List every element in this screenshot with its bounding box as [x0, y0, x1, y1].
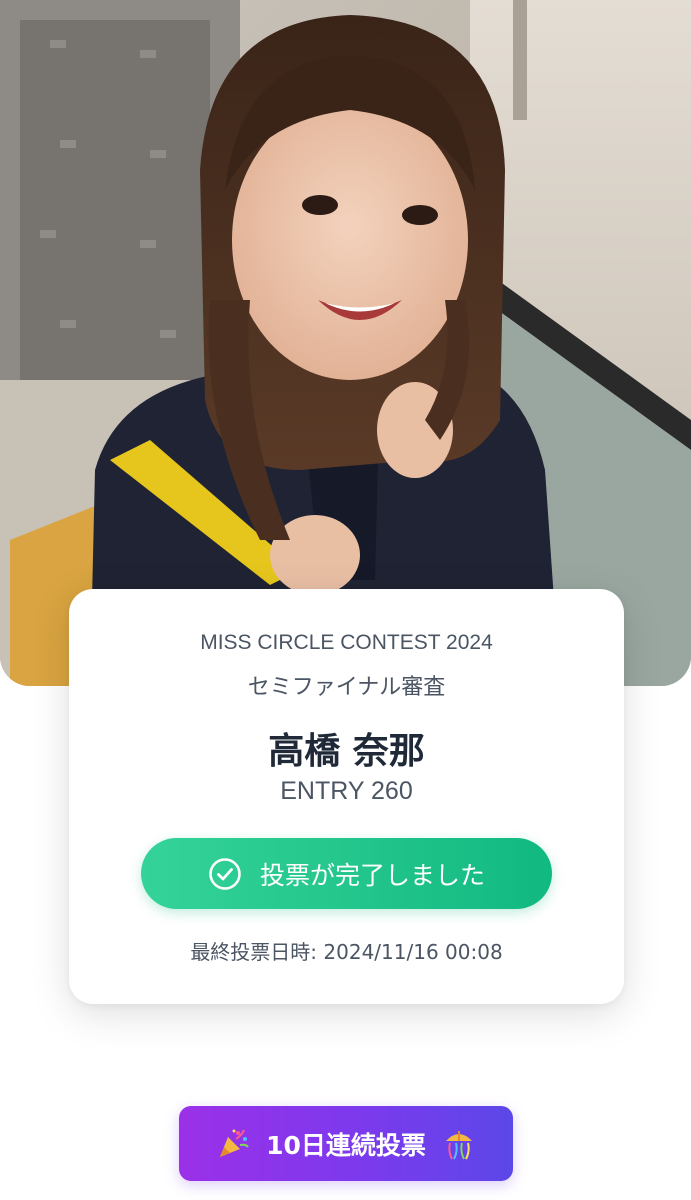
party-popper-icon	[216, 1127, 250, 1161]
last-vote-time: 最終投票日時: 2024/11/16 00:08	[190, 940, 503, 964]
round-title: セミファイナル審査	[247, 675, 446, 700]
vote-streak-badge: 10日連続投票	[179, 1106, 513, 1181]
entry-number: ENTRY 260	[280, 777, 413, 805]
vote-result-card: MISS CIRCLE CONTEST 2024 セミファイナル審査 高橋 奈那…	[69, 589, 624, 1004]
vote-complete-button[interactable]: 投票が完了しました	[141, 838, 552, 909]
vote-complete-label: 投票が完了しました	[259, 860, 485, 890]
photo-watermark: v105b.47e.77c	[84, 593, 248, 620]
confetti-ball-icon	[442, 1127, 476, 1161]
vote-streak-label: 10日連続投票	[266, 1130, 426, 1160]
check-circle-icon	[208, 857, 242, 891]
contestant-photo	[0, 0, 691, 686]
contest-title: MISS CIRCLE CONTEST 2024	[200, 631, 493, 654]
contestant-name: 高橋 奈那	[268, 731, 425, 772]
